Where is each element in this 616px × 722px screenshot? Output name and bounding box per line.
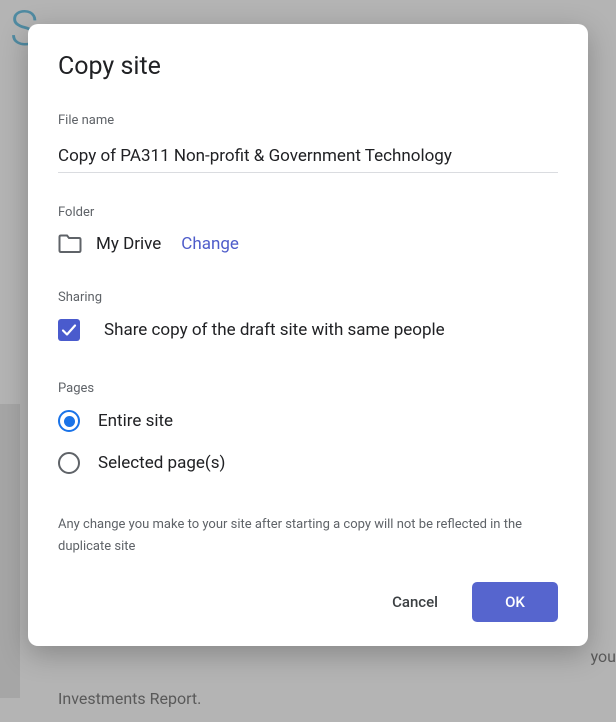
radio-selected-pages-button[interactable] (58, 452, 80, 474)
share-checkbox-label: Share copy of the draft site with same p… (104, 320, 445, 340)
sharing-label: Sharing (58, 290, 558, 305)
disclaimer-text: Any change you make to your site after s… (58, 514, 558, 558)
dialog-title: Copy site (58, 52, 558, 81)
share-checkbox[interactable] (58, 319, 80, 341)
share-checkbox-row[interactable]: Share copy of the draft site with same p… (58, 319, 558, 341)
radio-entire-site[interactable]: Entire site (58, 410, 558, 432)
folder-row: My Drive Change (58, 234, 558, 254)
file-name-input[interactable] (58, 142, 558, 173)
copy-site-dialog: Copy site File name Folder My Drive Chan… (28, 24, 588, 646)
folder-label: Folder (58, 205, 558, 220)
ok-button[interactable]: OK (472, 582, 558, 622)
dialog-button-row: Cancel OK (58, 582, 558, 622)
cancel-button[interactable]: Cancel (378, 583, 452, 621)
radio-selected-pages-label: Selected page(s) (98, 453, 225, 473)
folder-icon (58, 234, 82, 254)
check-icon (61, 322, 77, 338)
change-folder-link[interactable]: Change (181, 234, 239, 254)
radio-entire-site-button[interactable] (58, 410, 80, 432)
pages-label: Pages (58, 381, 558, 396)
folder-name: My Drive (96, 234, 161, 254)
file-name-label: File name (58, 113, 558, 128)
pages-radio-group: Entire site Selected page(s) (58, 410, 558, 474)
radio-selected-pages[interactable]: Selected page(s) (58, 452, 558, 474)
radio-entire-site-label: Entire site (98, 411, 173, 431)
